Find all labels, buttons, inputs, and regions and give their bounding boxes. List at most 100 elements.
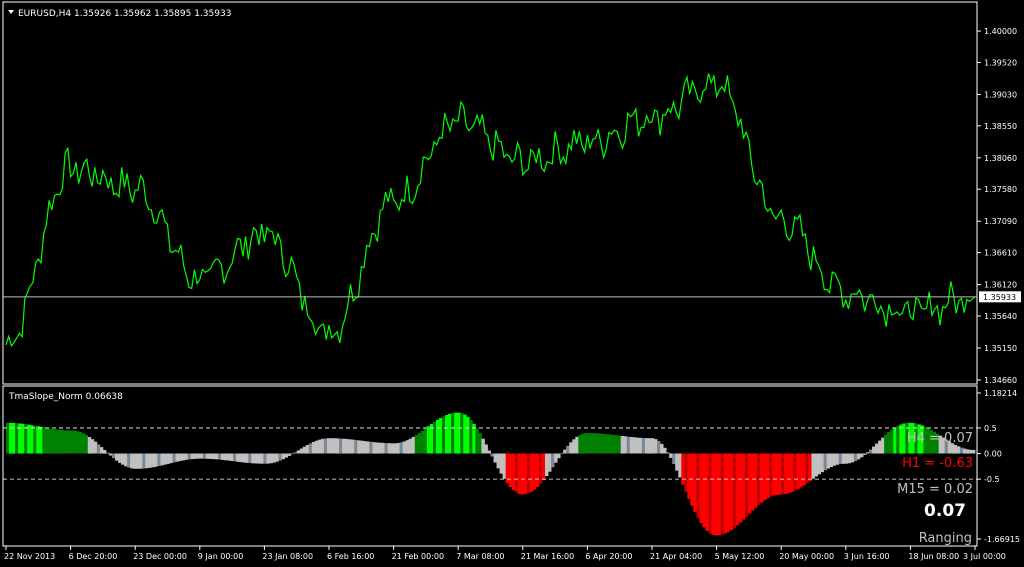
histogram-bar	[750, 453, 755, 511]
histogram-bar	[199, 453, 204, 459]
histogram-bar	[293, 452, 298, 454]
histogram-bar	[435, 419, 440, 454]
histogram-bar	[475, 428, 479, 454]
histogram-bar	[593, 433, 597, 454]
histogram-bar	[666, 452, 670, 454]
histogram-bar	[496, 453, 500, 469]
histogram-bar	[57, 429, 61, 454]
histogram-bar	[48, 428, 52, 454]
histogram-bar	[572, 439, 576, 454]
histogram-bar	[865, 452, 870, 454]
histogram-bar	[205, 453, 210, 459]
histogram-bar	[145, 453, 149, 469]
histogram-bar	[551, 453, 555, 468]
time-tick-label: 18 Jun 08:00	[908, 552, 959, 561]
price-tick-label: 1.36120	[984, 281, 1017, 290]
current-price-tag: 1.35933	[979, 291, 1021, 303]
histogram-bar	[675, 453, 679, 471]
histogram-bar	[956, 446, 961, 454]
histogram-bar	[339, 438, 343, 454]
histogram-bar	[9, 422, 13, 454]
histogram-bar	[538, 453, 543, 484]
histogram-bar	[442, 416, 446, 454]
histogram-bar	[859, 453, 864, 458]
price-tick-label: 1.38550	[984, 122, 1017, 131]
histogram-bar	[187, 453, 192, 460]
histogram-bar	[747, 453, 752, 514]
histogram-bar	[227, 453, 231, 461]
chart-canvas: EURUSD,H4 1.35926 1.35962 1.35895 1.3593…	[2, 1, 1021, 561]
histogram-bar	[426, 426, 431, 454]
indicator-tick-label: 1.18214	[984, 389, 1017, 398]
histogram-bar	[778, 453, 782, 495]
time-tick-label: 21 Mar 16:00	[521, 552, 574, 561]
histogram-bar	[236, 453, 240, 462]
histogram-bar	[148, 453, 152, 468]
histogram-bar	[878, 440, 882, 454]
histogram-bar	[611, 434, 616, 454]
histogram-bar	[769, 453, 773, 497]
histogram-bar	[514, 453, 519, 493]
histogram-bar	[847, 453, 852, 464]
histogram-bar	[738, 453, 743, 523]
histogram-bar	[378, 442, 382, 454]
price-tick-label: 1.34660	[984, 376, 1017, 385]
histogram-bar	[281, 453, 285, 460]
time-tick-label: 23 Jan 08:00	[262, 552, 313, 561]
histogram-bar	[193, 453, 198, 459]
histogram-bar	[221, 453, 225, 460]
symbol-header[interactable]: EURUSD,H4 1.35926 1.35962 1.35895 1.3593…	[8, 9, 231, 19]
histogram-bar	[354, 440, 358, 454]
histogram-bar	[893, 427, 897, 454]
histogram-bar	[717, 453, 722, 536]
histogram-bar	[439, 418, 443, 454]
histogram-bar	[6, 422, 10, 454]
histogram-bar	[111, 453, 116, 459]
histogram-bar	[242, 453, 246, 463]
time-tick-label: 20 May 00:00	[779, 552, 834, 561]
histogram-bar	[305, 445, 310, 454]
histogram-bar	[687, 453, 691, 499]
histogram-bar	[445, 415, 449, 454]
histogram-bar	[169, 453, 173, 464]
histogram-bar	[832, 453, 837, 466]
histogram-bar	[720, 453, 725, 535]
histogram-bar	[953, 445, 958, 454]
histogram-bar	[587, 433, 591, 454]
histogram-bar	[726, 453, 731, 532]
histogram-bar	[136, 453, 140, 469]
histogram-bar	[60, 430, 64, 454]
histogram-bar	[84, 435, 89, 454]
price-tick-label: 1.37580	[984, 185, 1017, 194]
time-tick-label: 21 Apr 04:00	[650, 552, 702, 561]
histogram-bar	[599, 433, 603, 454]
histogram-bar	[959, 447, 964, 454]
histogram-bar	[317, 439, 322, 454]
indicator-tick-label: 0.5	[984, 424, 997, 433]
histogram-bar	[772, 453, 776, 496]
histogram-bar	[835, 453, 840, 465]
histogram-bar	[971, 449, 976, 454]
histogram-bar	[681, 453, 685, 485]
histogram-bar	[342, 438, 346, 454]
histogram-bar	[744, 453, 749, 517]
histogram-bar	[890, 429, 894, 454]
histogram-bar	[102, 450, 107, 454]
price-tick-label: 1.35150	[984, 344, 1017, 353]
histogram-bar	[248, 453, 252, 464]
histogram-bar	[581, 433, 585, 454]
histogram-bar	[502, 453, 507, 479]
time-tick-label: 9 Jan 00:00	[198, 552, 244, 561]
histogram-bar	[823, 453, 828, 471]
time-tick-label: 7 Mar 08:00	[456, 552, 504, 561]
time-tick-label: 5 May 12:00	[715, 552, 765, 561]
histogram-bar	[511, 453, 516, 491]
histogram-bar	[529, 453, 534, 492]
dropdown-triangle-icon[interactable]	[8, 10, 14, 14]
histogram-bar	[575, 436, 579, 454]
histogram-bar	[45, 428, 49, 454]
histogram-bar	[641, 438, 646, 454]
oscillator-histogram	[6, 412, 976, 536]
histogram-bar	[326, 438, 331, 454]
histogram-bar	[96, 444, 101, 454]
